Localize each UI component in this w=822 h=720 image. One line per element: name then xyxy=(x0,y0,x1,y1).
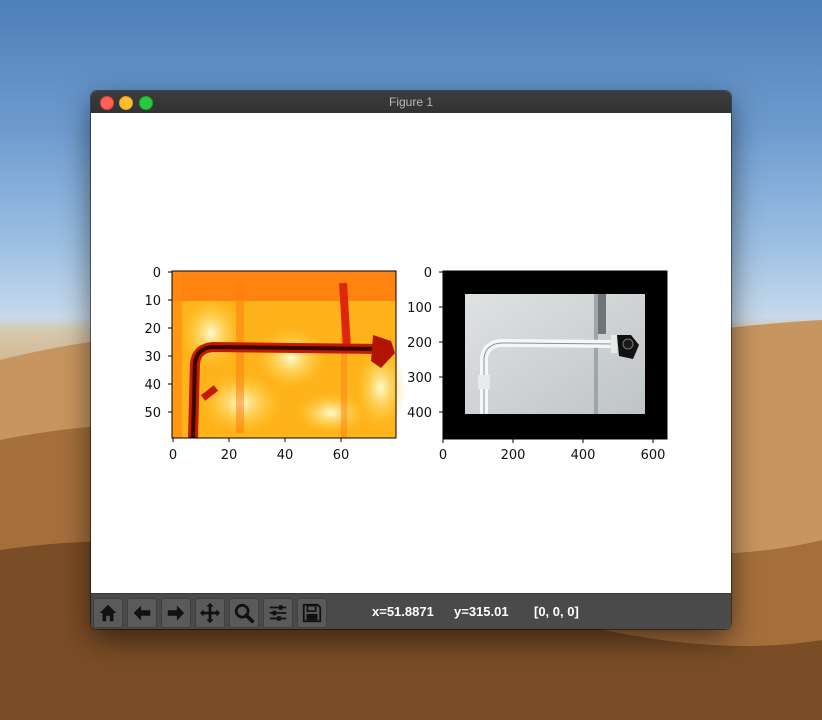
left-x-axis: 0 20 40 60 xyxy=(169,438,349,463)
title-bar: Figure 1 xyxy=(91,91,731,114)
save-button[interactable] xyxy=(297,598,327,628)
subplots-config-icon xyxy=(269,605,287,621)
pan-button[interactable] xyxy=(195,598,225,628)
back-arrow-icon xyxy=(133,605,151,621)
home-button[interactable] xyxy=(93,598,123,628)
forward-button[interactable] xyxy=(161,598,191,628)
right-x-tick-label: 0 xyxy=(439,448,447,463)
left-y-tick-label: 20 xyxy=(144,322,161,337)
navigation-toolbar: x=51.8871 y=315.01 [0, 0, 0] xyxy=(91,593,731,629)
save-icon xyxy=(302,603,322,623)
right-x-tick-label: 400 xyxy=(571,448,596,463)
right-y-tick-label: 200 xyxy=(407,336,432,351)
left-y-tick-label: 0 xyxy=(153,266,161,281)
right-x-axis: 0 200 400 600 xyxy=(439,439,666,463)
left-x-tick-label: 0 xyxy=(169,448,177,463)
right-y-tick-label: 300 xyxy=(407,371,432,386)
zoom-button[interactable] xyxy=(229,598,259,628)
left-x-tick-label: 40 xyxy=(277,448,294,463)
right-image-axes xyxy=(442,270,668,440)
window-title: Figure 1 xyxy=(388,95,434,109)
y-coordinate-readout: y=315.01 xyxy=(454,604,509,619)
right-x-tick-label: 600 xyxy=(641,448,666,463)
right-y-tick-label: 100 xyxy=(407,301,432,316)
right-x-tick-label: 200 xyxy=(501,448,526,463)
left-image-axes xyxy=(171,270,406,439)
pixel-value-readout: [0, 0, 0] xyxy=(534,604,579,619)
pan-icon xyxy=(199,602,221,624)
left-y-tick-label: 10 xyxy=(144,294,161,309)
figure-canvas[interactable]: 0 10 20 30 40 50 0 20 40 60 0 100 200 30… xyxy=(91,113,731,593)
zoom-icon xyxy=(234,603,255,624)
forward-arrow-icon xyxy=(167,605,185,621)
left-y-tick-label: 30 xyxy=(144,350,161,365)
home-icon xyxy=(99,604,117,622)
left-x-tick-label: 60 xyxy=(333,448,350,463)
left-y-tick-label: 50 xyxy=(144,406,161,421)
left-y-axis: 0 10 20 30 40 50 xyxy=(144,266,172,421)
figure-window: Figure 1 0 10 20 30 40 50 0 20 40 60 0 1… xyxy=(91,91,731,629)
right-y-axis: 0 100 200 300 400 xyxy=(407,266,443,421)
x-coordinate-readout: x=51.8871 xyxy=(372,604,434,619)
left-y-tick-label: 40 xyxy=(144,378,161,393)
configure-subplots-button[interactable] xyxy=(263,598,293,628)
back-button[interactable] xyxy=(127,598,157,628)
right-y-tick-label: 400 xyxy=(407,406,432,421)
right-y-tick-label: 0 xyxy=(424,266,432,281)
left-x-tick-label: 20 xyxy=(221,448,238,463)
